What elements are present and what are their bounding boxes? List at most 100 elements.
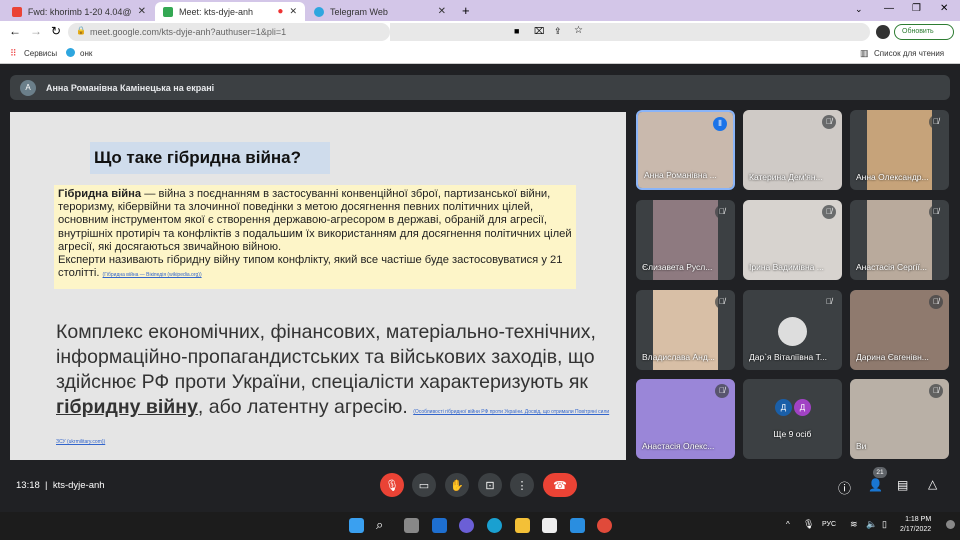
- lock-icon: 🔒: [76, 26, 86, 35]
- mic-tray-icon[interactable]: 🎙: [803, 519, 814, 530]
- meeting-info: 13:18 | kts-dyje-anh: [16, 480, 105, 491]
- mic-muted-icon: 🎙̸: [715, 384, 729, 398]
- tray-chevron-icon[interactable]: ^: [786, 520, 790, 529]
- tab-telegram[interactable]: Telegram Web ✕: [306, 2, 454, 21]
- participant-count-badge: 21: [873, 467, 887, 478]
- minimize-button[interactable]: —: [884, 3, 894, 14]
- reading-list-icon[interactable]: ▥: [860, 48, 869, 59]
- profile-avatar[interactable]: [876, 25, 890, 39]
- close-window-button[interactable]: ✕: [940, 3, 948, 14]
- camera-button[interactable]: ▭: [412, 473, 436, 497]
- participant-name: Ви: [856, 441, 867, 451]
- mic-muted-icon: 🎙̸: [715, 295, 729, 309]
- avatar: [778, 317, 807, 346]
- participant-tile[interactable]: Ви 🎙̸: [850, 379, 949, 459]
- new-tab-button[interactable]: +: [462, 3, 470, 18]
- participant-name: Анастасія Олекс...: [642, 441, 715, 451]
- more-options-button[interactable]: ⋮: [510, 473, 534, 497]
- url-bar-right: ■ ⌧ ⇪ ☆: [390, 23, 870, 41]
- meet-icon: [163, 6, 173, 17]
- participant-tile[interactable]: Єлизавета Русл... 🎙̸: [636, 200, 735, 280]
- participant-tile[interactable]: Анастасія Олекс... 🎙̸: [636, 379, 735, 459]
- mail-icon[interactable]: [570, 518, 585, 533]
- others-avatars: ДД: [775, 399, 811, 416]
- participant-name: Анна Романівна ...: [644, 170, 717, 180]
- close-tab-icon[interactable]: ✕: [438, 6, 446, 17]
- mic-muted-icon: 🎙̸: [822, 115, 836, 129]
- mic-muted-icon: 🎙̸: [822, 295, 836, 309]
- participant-tile[interactable]: Ірина Вадимівна ... 🎙̸: [743, 200, 842, 280]
- participant-tile[interactable]: Анна Олександр... 🎙̸: [850, 110, 949, 190]
- info-icon[interactable]: ⓘ: [838, 478, 851, 497]
- reload-icon[interactable]: ↻: [51, 24, 61, 38]
- volume-icon[interactable]: 🔈: [866, 519, 877, 530]
- mic-muted-icon: 🎙̸: [822, 205, 836, 219]
- tab-bar: Fwd: khorimb 1-20 4.04@kubg✕ Meet: kts-d…: [0, 0, 960, 21]
- language-indicator[interactable]: РУС: [822, 521, 836, 528]
- search-icon[interactable]: ⌕: [376, 517, 383, 533]
- participant-tile[interactable]: Анастасія Сергії... 🎙̸: [850, 200, 949, 280]
- url-bar[interactable]: 🔒 meet.google.com/kts-dyje-anh?authuser=…: [68, 23, 390, 41]
- wifi-icon[interactable]: ≋: [850, 519, 858, 530]
- participant-tile[interactable]: Владислава Анд... 🎙̸: [636, 290, 735, 370]
- reading-list-button[interactable]: Список для чтения: [874, 49, 944, 58]
- camera-icon[interactable]: ■: [514, 26, 519, 36]
- bookmarks-bar: ⠿ Сервисы онк ▥ Список для чтения: [0, 43, 960, 64]
- participant-name: Єлизавета Русл...: [642, 262, 713, 272]
- restore-button[interactable]: ❐: [912, 3, 921, 14]
- participant-name: Владислава Анд...: [642, 352, 715, 362]
- translate-icon[interactable]: ⌧: [534, 26, 544, 37]
- forward-icon[interactable]: →: [30, 24, 42, 38]
- mic-muted-icon: 🎙̸: [715, 205, 729, 219]
- presentation-banner: А Анна Романівна Камінецька на екрані: [10, 75, 950, 100]
- participant-name: Анастасія Сергії...: [856, 262, 927, 272]
- participant-name: Ірина Вадимівна ...: [749, 262, 824, 272]
- participant-tile[interactable]: Дар`я Віталіївна Т... 🎙̸: [743, 290, 842, 370]
- slide-paragraph: Комплекс економічних, фінансових, матері…: [56, 321, 610, 445]
- notification-icon[interactable]: [946, 520, 955, 529]
- telegram-icon: [314, 6, 324, 17]
- clock[interactable]: 1:18 PM 2/17/2022: [900, 515, 931, 535]
- teams-icon[interactable]: [459, 518, 474, 533]
- bookmark-services[interactable]: Сервисы: [24, 49, 57, 58]
- close-tab-icon[interactable]: ✕: [289, 6, 297, 17]
- tab-search-icon[interactable]: ⌄: [855, 4, 863, 15]
- participant-tile[interactable]: Дарина Євгенівн... 🎙̸: [850, 290, 949, 370]
- mic-muted-icon: 🎙̸: [929, 115, 943, 129]
- widgets-icon[interactable]: [432, 518, 447, 533]
- presenter-label: Анна Романівна Камінецька на екрані: [46, 82, 215, 93]
- edge-icon[interactable]: [487, 518, 502, 533]
- store-icon[interactable]: [542, 518, 557, 533]
- participant-name: Дарина Євгенівн...: [856, 352, 929, 362]
- battery-icon[interactable]: ▯: [882, 519, 887, 530]
- share-icon[interactable]: ⇪: [554, 26, 562, 37]
- wikipedia-link[interactable]: (Гібридна війна — Вікіпедія (wikipedia.o…: [103, 272, 202, 278]
- bookmark-onk[interactable]: онк: [80, 49, 92, 58]
- start-icon[interactable]: [349, 518, 364, 533]
- avatar: Д: [794, 399, 811, 416]
- apps-grid-icon[interactable]: ⠿: [10, 48, 17, 59]
- task-view-icon[interactable]: [404, 518, 419, 533]
- people-icon[interactable]: 👤: [868, 478, 883, 492]
- participant-name: Дар`я Віталіївна Т...: [749, 352, 827, 362]
- update-button[interactable]: Обновить: [894, 24, 954, 40]
- bookmark-star-icon[interactable]: ☆: [574, 25, 583, 36]
- tab-meet[interactable]: Meet: kts-dyje-anh ● ✕: [155, 2, 305, 21]
- tab-gmail[interactable]: Fwd: khorimb 1-20 4.04@kubg✕: [4, 2, 154, 21]
- raise-hand-button[interactable]: ✋: [445, 473, 469, 497]
- chrome-icon[interactable]: [597, 518, 612, 533]
- participant-tile[interactable]: Катерина Дем'ян... 🎙̸: [743, 110, 842, 190]
- participant-tile[interactable]: Д Д Ще 9 осіб: [743, 379, 842, 459]
- participant-name: Анна Олександр...: [856, 172, 929, 182]
- mic-muted-icon: 🎙̸: [929, 295, 943, 309]
- mic-off-button[interactable]: 🎙: [380, 473, 404, 497]
- shared-screen-slide: Що таке гібридна війна? Гібридна війна —…: [10, 112, 626, 460]
- file-explorer-icon[interactable]: [515, 518, 530, 533]
- back-icon[interactable]: ←: [9, 24, 21, 38]
- present-button[interactable]: ⊡: [478, 473, 502, 497]
- leave-call-button[interactable]: ☎: [543, 473, 577, 497]
- participant-tile[interactable]: Анна Романівна ... ⦀: [636, 110, 735, 190]
- close-tab-icon[interactable]: ✕: [138, 6, 146, 17]
- chat-icon[interactable]: ▤: [897, 478, 908, 492]
- activities-icon[interactable]: △: [928, 477, 937, 491]
